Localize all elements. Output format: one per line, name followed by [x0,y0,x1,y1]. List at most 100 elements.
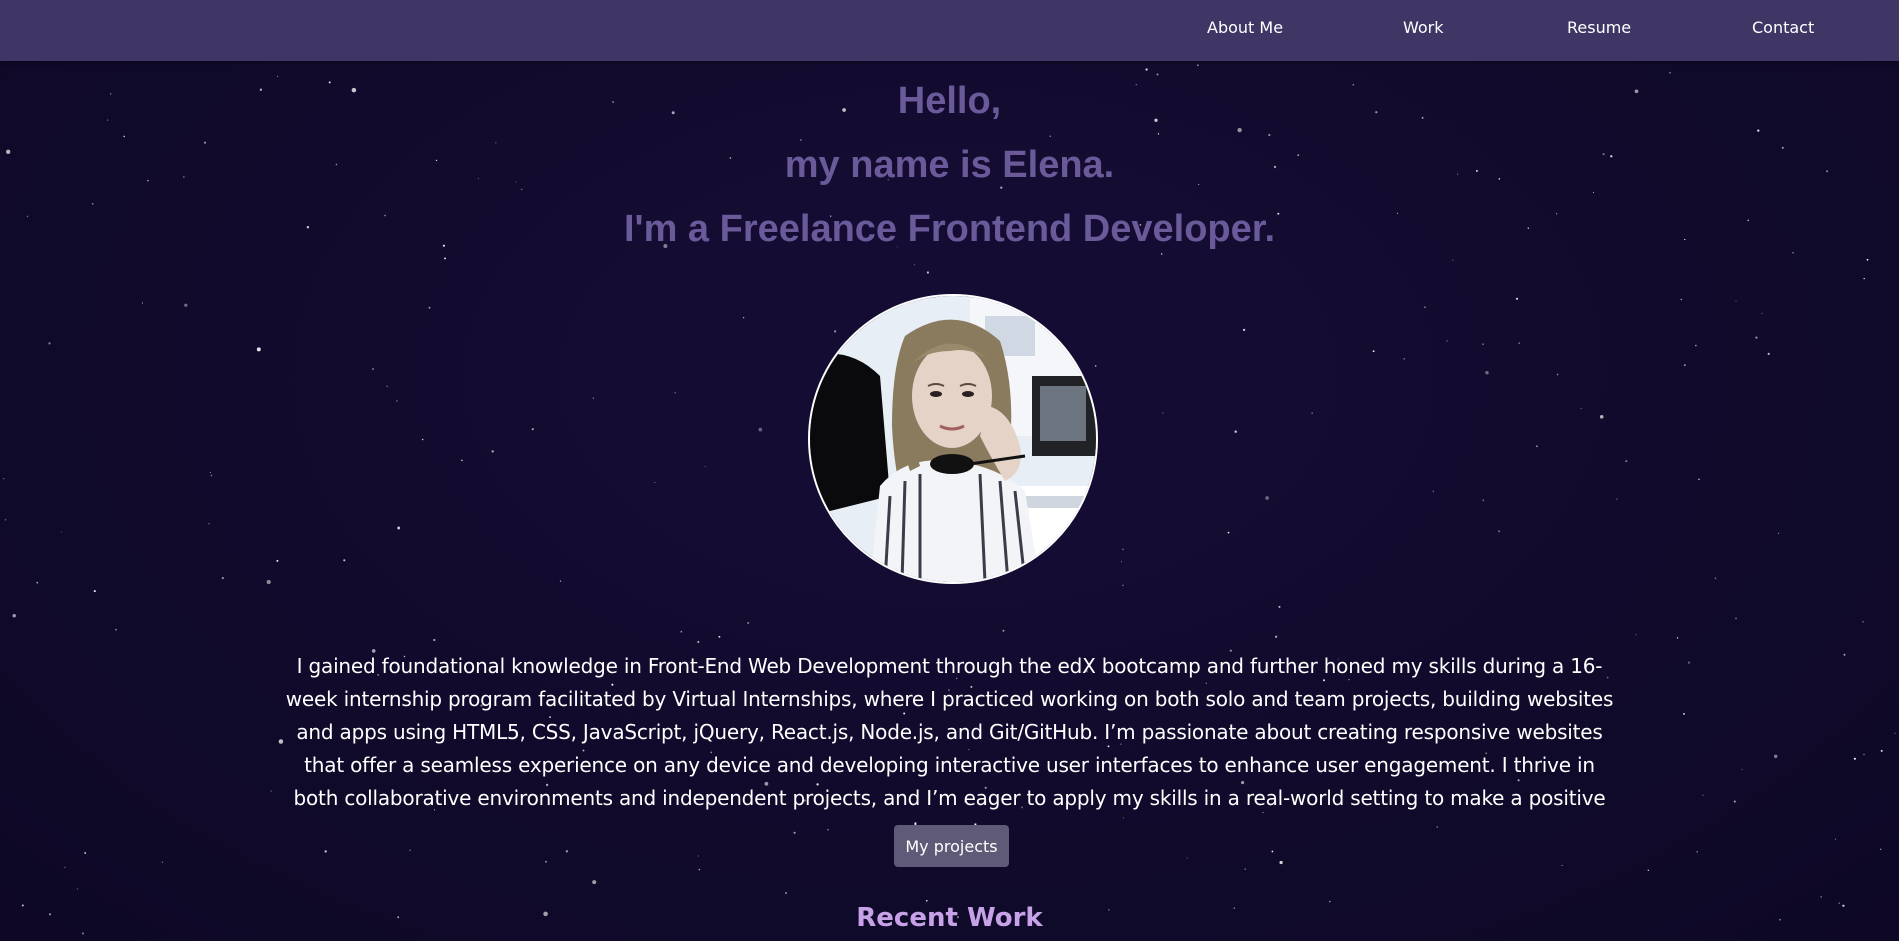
star [1676,637,1679,639]
star [343,559,346,562]
star [925,899,928,902]
star [1894,732,1896,734]
star [396,400,398,402]
star [742,317,745,319]
star [208,523,210,525]
star [1156,73,1159,76]
nav-link-resume[interactable]: Resume [1567,18,1631,37]
star [1767,352,1770,355]
star [833,330,837,333]
star [1122,584,1124,587]
star [1197,64,1199,66]
star [674,392,676,394]
star [1616,498,1618,500]
star [680,630,683,633]
star [1535,445,1538,448]
star [93,590,96,593]
star [115,628,117,631]
star [1761,312,1763,315]
star [1403,358,1405,360]
star [1647,869,1649,871]
star [520,188,523,191]
star [1265,496,1269,500]
star [270,790,272,792]
star [1741,768,1743,770]
nav-link-contact[interactable]: Contact [1752,18,1814,37]
star [409,849,411,851]
star [1049,135,1051,137]
star [1714,577,1717,579]
star [60,531,62,533]
star [491,450,494,453]
star [758,427,763,432]
star [266,579,271,585]
star [221,577,224,580]
star [324,850,327,853]
star [461,459,463,462]
star [1680,298,1683,301]
star [592,880,597,885]
star [1120,561,1122,563]
star [704,465,706,467]
star [4,519,7,521]
star [1733,800,1736,803]
star [64,866,66,869]
star [1592,191,1595,193]
star [1687,661,1691,664]
nav-link-about-me[interactable]: About Me [1207,18,1283,37]
star [184,303,188,307]
star [1843,653,1846,656]
hero-role: I'm a Freelance Frontend Developer. [623,208,1276,250]
star [433,638,436,642]
star [654,481,656,483]
star [1880,848,1882,850]
star [800,139,802,141]
star [1372,350,1375,353]
star [1682,712,1686,715]
star [1279,860,1283,865]
star [718,635,721,638]
star [559,580,562,582]
star [1866,258,1869,261]
star [386,385,389,388]
star [545,860,547,863]
star [91,202,94,205]
star [592,397,595,400]
star [1668,71,1671,74]
star [1518,342,1521,344]
star [1485,371,1489,375]
nav-link-work[interactable]: Work [1403,18,1444,37]
star [1561,864,1563,866]
star [1234,430,1237,433]
star [48,342,51,345]
star [1757,129,1760,132]
star [1853,757,1856,760]
star [1778,532,1780,534]
star [36,581,39,584]
star [1162,412,1164,414]
star [209,472,211,474]
star [1820,896,1823,898]
star [1446,340,1448,342]
star [565,850,569,853]
star [697,640,700,644]
star [1482,343,1484,345]
star [256,347,261,352]
star [697,855,699,857]
star [1452,259,1454,261]
my-projects-button[interactable]: My projects [894,825,1009,867]
star [1735,617,1737,620]
star [161,861,163,863]
star [1599,415,1604,419]
star [372,368,374,370]
star [747,621,750,625]
star [3,478,5,480]
star [1698,478,1700,481]
star [784,891,788,895]
star [1635,634,1637,636]
navbar: About Me Work Resume Contact [0,0,1899,61]
page: About Me Work Resume Contact Hello, my n… [0,0,1899,941]
star [1683,364,1686,367]
star [1268,133,1271,137]
star [1271,850,1274,853]
